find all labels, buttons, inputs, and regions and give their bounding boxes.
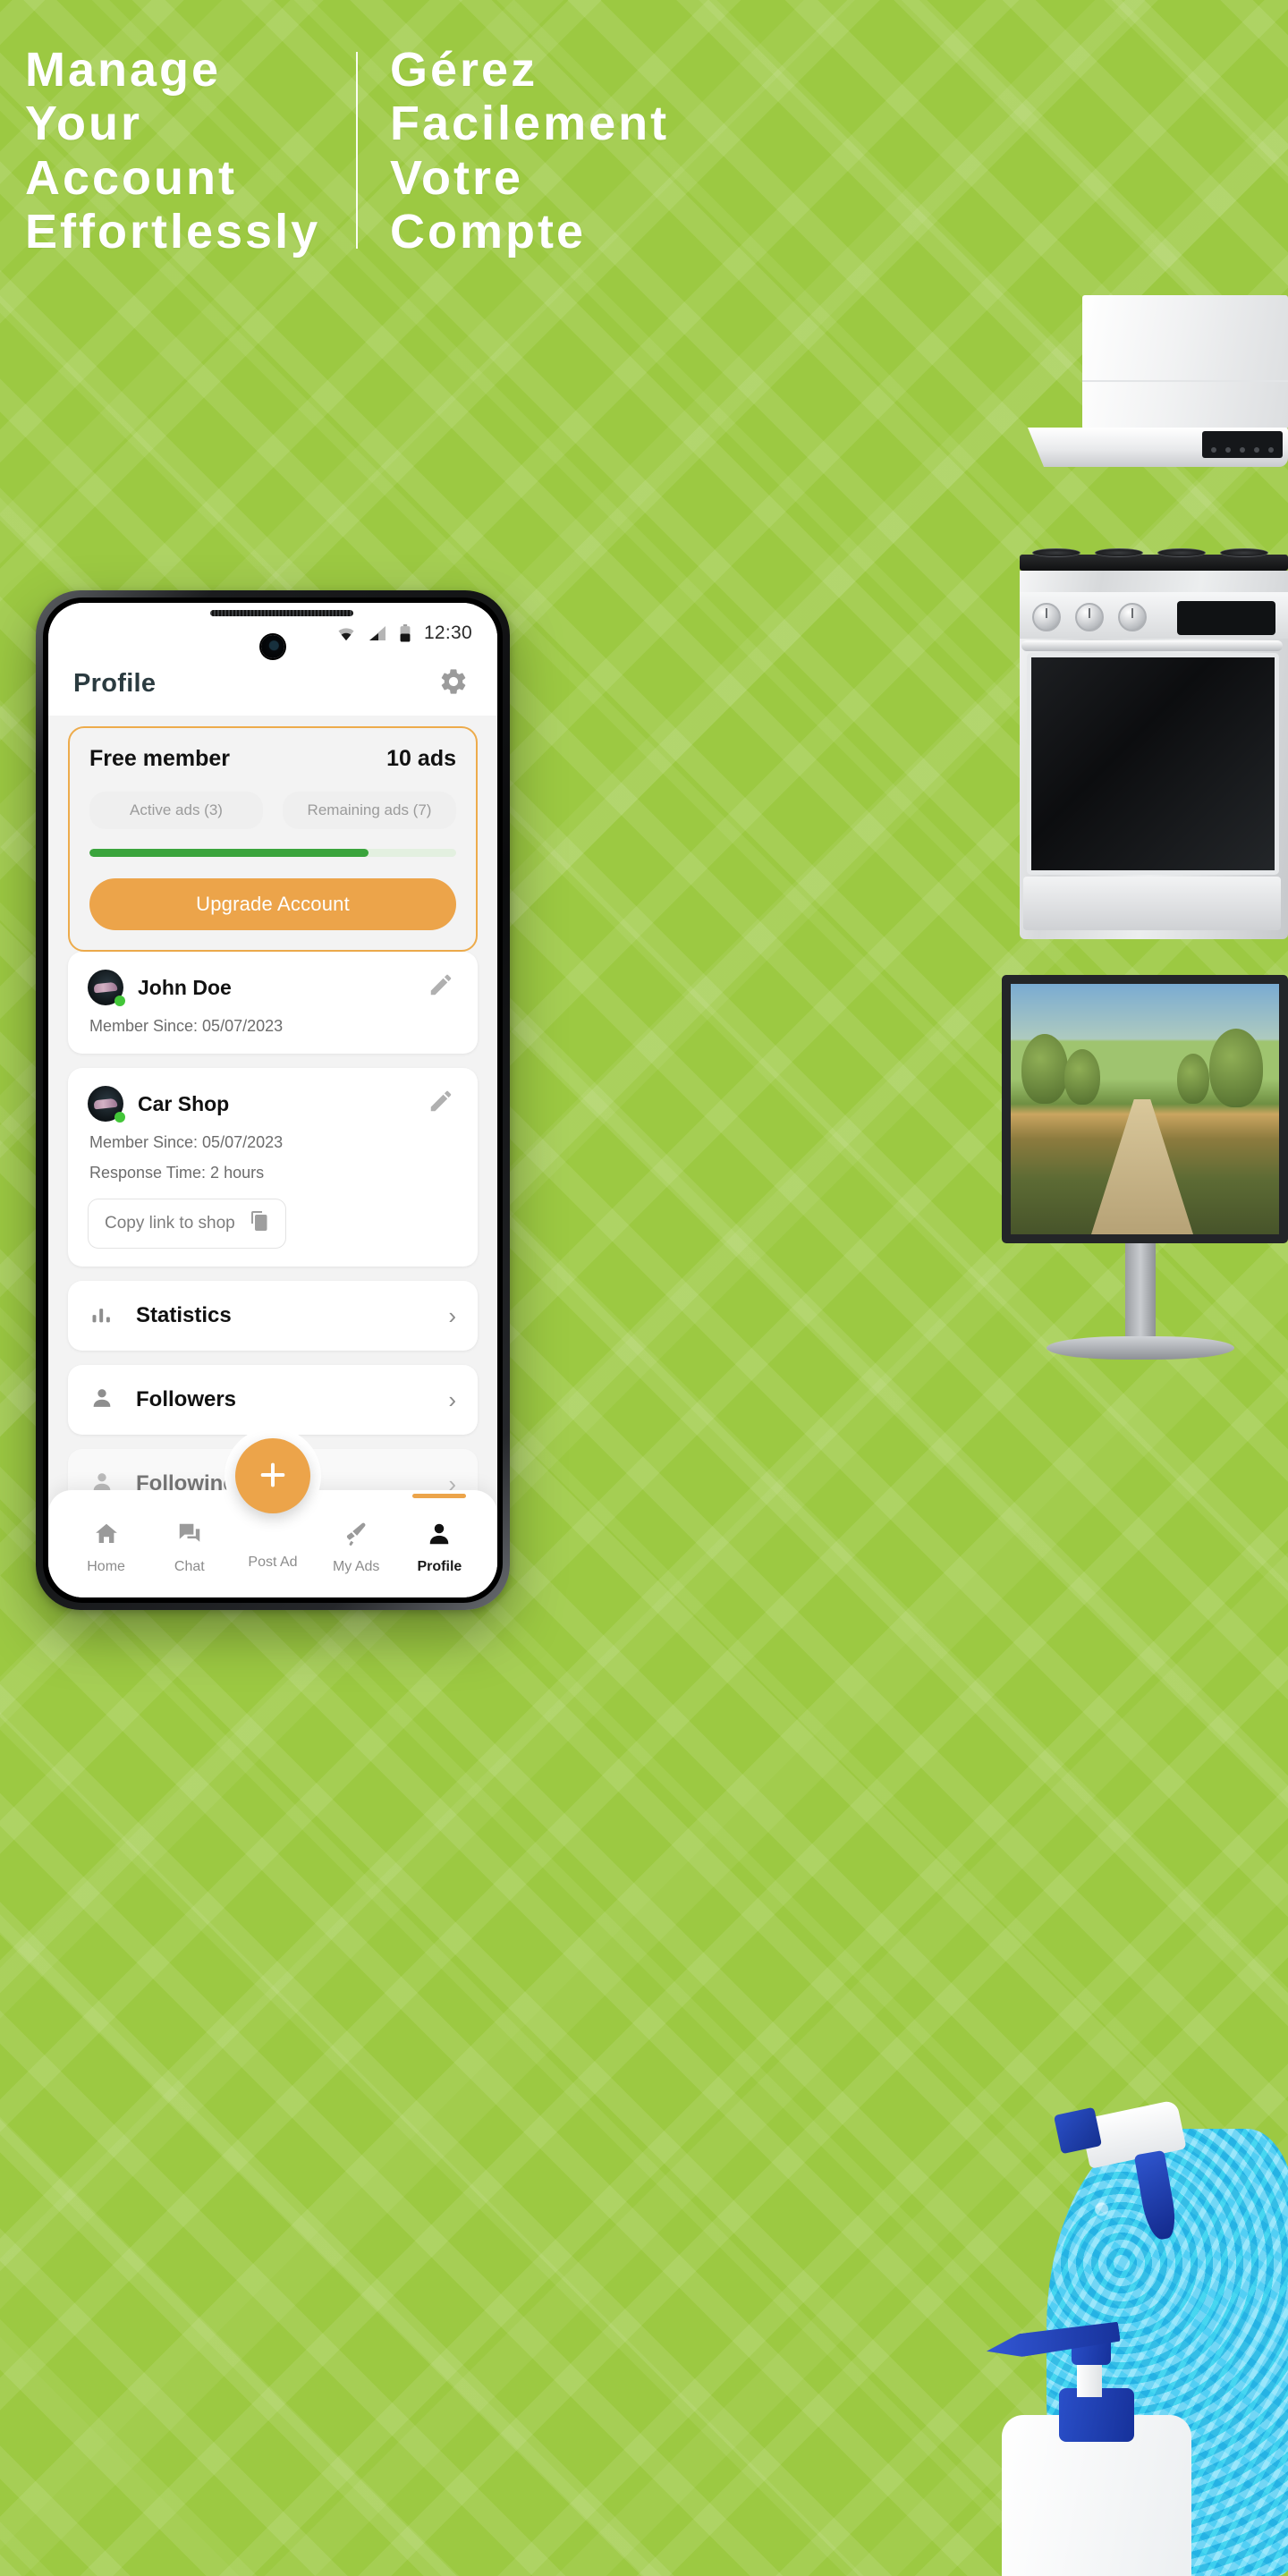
pencil-icon[interactable] [428, 971, 454, 1003]
profile-content: Free member 10 ads Active ads (3) Remain… [48, 716, 497, 1597]
bottom-navigation: Home Chat Post Ad My Ads Profile [48, 1428, 497, 1597]
headline-english: Manage Your Account Effortlessly [25, 43, 321, 259]
upgrade-account-button[interactable]: Upgrade Account [89, 878, 456, 930]
oven-stove-image [1011, 548, 1288, 939]
front-camera [261, 635, 284, 658]
nav-item-home[interactable]: Home [64, 1521, 148, 1575]
earpiece-speaker [210, 610, 354, 616]
active-tab-indicator [412, 1494, 467, 1498]
chip-remaining-ads[interactable]: Remaining ads (7) [283, 792, 456, 829]
avatar-image [93, 1097, 118, 1110]
menu-label-statistics: Statistics [136, 1303, 232, 1327]
person-icon [89, 1385, 114, 1415]
copy-link-label: Copy link to shop [105, 1214, 235, 1233]
menu-item-statistics[interactable]: Statistics › [68, 1281, 478, 1351]
copy-icon [248, 1210, 269, 1237]
plus-icon [255, 1457, 291, 1496]
app-bar: Profile [48, 651, 497, 716]
chip-active-ads[interactable]: Active ads (3) [89, 792, 263, 829]
user-name: John Doe [138, 975, 232, 999]
computer-monitor-image [993, 975, 1288, 1395]
promo-headline: Manage Your Account Effortlessly Gérez F… [0, 43, 1288, 259]
chevron-right-icon: › [448, 1302, 456, 1329]
membership-header: Free member 10 ads [89, 746, 456, 772]
user-member-since: Member Since: 05/07/2023 [89, 1017, 284, 1035]
cleaning-supplies-image [966, 2075, 1288, 2576]
nav-item-my-ads[interactable]: My Ads [315, 1521, 398, 1575]
nav-label-profile: Profile [417, 1559, 462, 1574]
nav-item-profile[interactable]: Profile [398, 1494, 481, 1575]
user-profile-card[interactable]: John Doe Member Since: 05/07/2023 [68, 952, 478, 1054]
menu-label-followers: Followers [136, 1387, 237, 1411]
post-ad-fab[interactable] [235, 1438, 310, 1513]
membership-tier: Free member [89, 746, 231, 771]
nav-label-chat: Chat [174, 1559, 205, 1574]
shop-name: Car Shop [138, 1091, 230, 1115]
gear-icon[interactable] [438, 666, 469, 701]
chat-icon [176, 1521, 203, 1552]
membership-ads-total: 10 ads [386, 746, 456, 771]
battery-icon [399, 624, 411, 642]
user-profile-header: John Doe [88, 970, 458, 1006]
cellular-signal-icon [369, 625, 386, 641]
chevron-right-icon: › [448, 1386, 456, 1413]
nav-label-my-ads: My Ads [332, 1559, 380, 1574]
nav-label-home: Home [87, 1559, 125, 1574]
nav-item-chat[interactable]: Chat [148, 1521, 231, 1575]
bar-chart-icon [89, 1301, 114, 1331]
avatar-image [93, 981, 118, 994]
shop-member-since: Member Since: 05/07/2023 [89, 1133, 284, 1151]
ads-progress-bar [89, 849, 456, 857]
pencil-icon[interactable] [428, 1088, 454, 1119]
membership-card: Free member 10 ads Active ads (3) Remain… [68, 726, 478, 952]
phone-frame: 12:30 Profile Free member 10 ads Active … [36, 590, 510, 1610]
wifi-icon [336, 625, 356, 641]
avatar[interactable] [88, 970, 125, 1006]
nav-label-post-ad: Post Ad [248, 1555, 298, 1570]
person-icon [426, 1521, 453, 1552]
phone-bezel: 12:30 Profile Free member 10 ads Active … [43, 597, 503, 1603]
membership-chips: Active ads (3) Remaining ads (7) [89, 792, 456, 829]
online-status-dot [114, 996, 125, 1006]
copy-link-to-shop-button[interactable]: Copy link to shop [88, 1199, 286, 1249]
megaphone-icon [343, 1521, 369, 1552]
ads-progress-fill [89, 849, 369, 857]
status-time: 12:30 [423, 623, 472, 643]
shop-profile-header: Car Shop [88, 1086, 458, 1123]
online-status-dot [114, 1112, 125, 1123]
phone-mockup: 12:30 Profile Free member 10 ads Active … [36, 590, 510, 1610]
avatar[interactable] [88, 1086, 125, 1123]
home-icon [93, 1521, 120, 1552]
shop-response-time: Response Time: 2 hours [89, 1164, 265, 1182]
range-hood-image [1020, 295, 1288, 483]
nav-item-post-ad[interactable]: Post Ad [231, 1521, 314, 1571]
shop-profile-card[interactable]: Car Shop Member Since: 05/07/2023 Respon… [68, 1068, 478, 1267]
page-title: Profile [73, 668, 157, 698]
menu-item-followers[interactable]: Followers › [68, 1365, 478, 1435]
headline-french: Gérez Facilement Votre Compte [390, 43, 670, 259]
phone-screen: 12:30 Profile Free member 10 ads Active … [48, 603, 497, 1597]
